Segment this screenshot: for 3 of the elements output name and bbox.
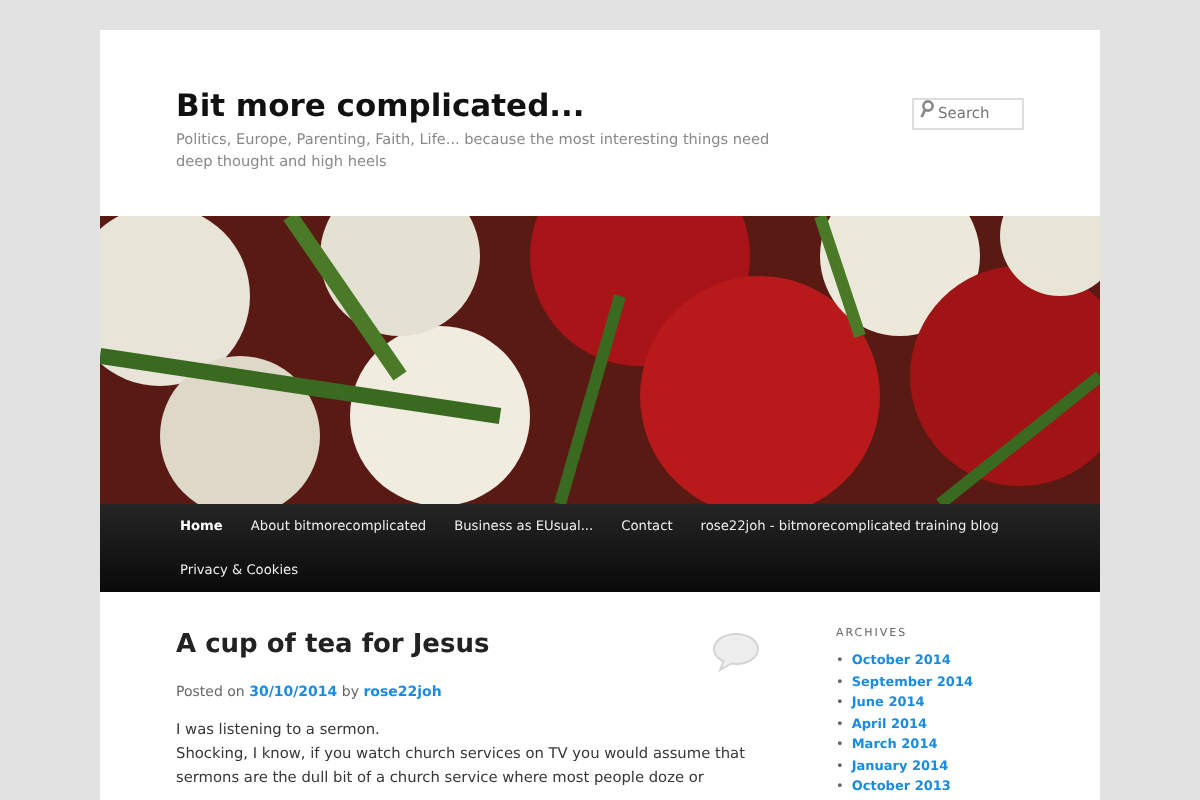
site-title[interactable]: Bit more complicated...: [176, 86, 776, 126]
comment-bubble-icon[interactable]: [712, 632, 760, 672]
post-title[interactable]: A cup of tea for Jesus: [176, 628, 490, 664]
